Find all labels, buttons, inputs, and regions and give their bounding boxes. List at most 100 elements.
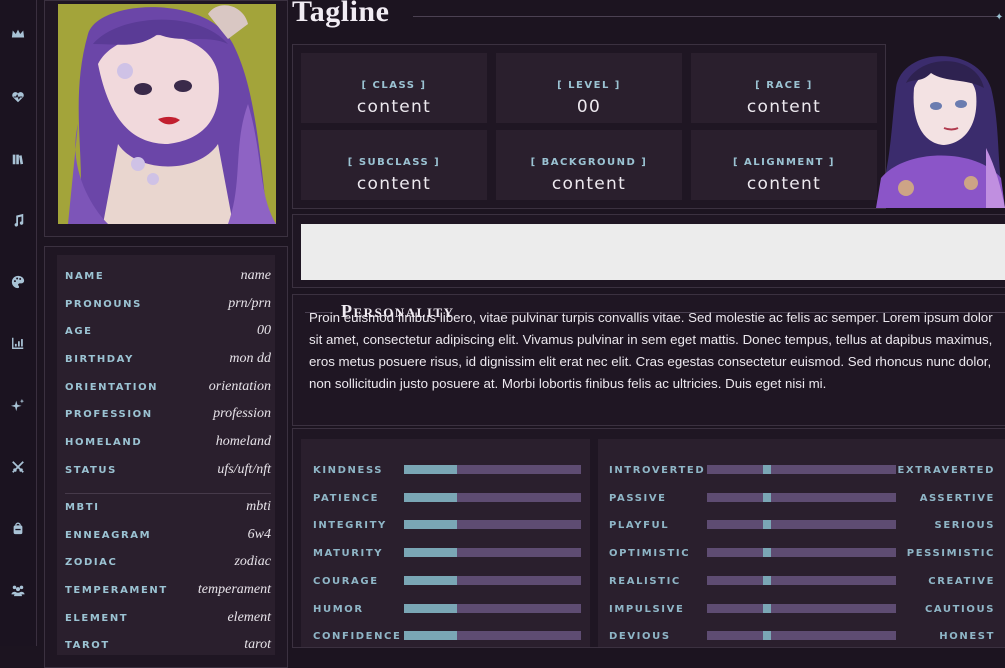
trait-bar: [404, 575, 581, 585]
heart-pulse-icon[interactable]: [6, 85, 30, 109]
trait-bar-fill: [404, 631, 458, 641]
spectrum-left-label: INTROVERTED: [609, 465, 706, 476]
stat-label: [ BACKGROUND ]: [530, 157, 648, 168]
trait-row: CONFIDENCE: [313, 629, 581, 645]
personality-text: Proin euismod finibus libero, vitae pulv…: [309, 310, 993, 391]
trait-label: PATIENCE: [313, 492, 380, 504]
music-note-icon[interactable]: [6, 208, 30, 232]
profile-value: orientation: [208, 379, 271, 394]
trait-label: COURAGE: [313, 575, 379, 587]
crown-icon[interactable]: [6, 22, 30, 46]
spectrum-traits-list: INTROVERTED EXTRAVERTED PASSIVE ASSERTIVE PL…: [598, 439, 1005, 647]
chart-icon[interactable]: [6, 331, 30, 355]
spectrum-right-label: CAUTIOUS: [924, 603, 995, 615]
profile-row-pronouns: PRONOUNS prn/prn: [65, 296, 271, 314]
spectrum-row: IMPULSIVE CAUTIOUS: [609, 602, 995, 618]
profile-value: temperament: [197, 582, 271, 597]
spectrum-left-label: REALISTIC: [609, 575, 681, 587]
trait-label: KINDNESS: [313, 465, 384, 476]
spectrum-marker: [763, 465, 772, 474]
profile-row-birthday: BIRTHDAY mon dd: [65, 351, 271, 369]
profile-row-orientation: ORIENTATION orientation: [65, 379, 271, 397]
stat-value: content: [551, 174, 627, 194]
profile-row-homeland: HOMELAND homeland: [65, 434, 271, 452]
profile-key: BIRTHDAY: [65, 354, 134, 365]
spectrum-row: DEVIOUS HONEST: [609, 629, 995, 645]
spectrum-right-label: PESSIMISTIC: [906, 548, 995, 560]
profile-key: NAME: [65, 271, 105, 282]
people-icon[interactable]: [6, 578, 30, 602]
profile-key: ENNEAGRAM: [65, 530, 152, 541]
spectrum-row: OPTIMISTIC PESSIMISTIC: [609, 546, 995, 562]
profile-column: NAME name PRONOUNS prn/prn AGE 00 BIRTHDAY m…: [44, 0, 288, 668]
trait-label: CONFIDENCE: [313, 631, 402, 643]
trait-row: HUMOR: [313, 602, 581, 618]
profile-key: AGE: [65, 326, 93, 337]
stat-level: [ LEVEL ] 00: [496, 53, 682, 123]
spectrum-marker: [763, 548, 772, 558]
divider: [65, 493, 271, 494]
trait-bar-fill: [404, 492, 458, 502]
profile-row-zodiac: ZODIAC zodiac: [65, 554, 271, 572]
palette-icon[interactable]: [6, 270, 30, 294]
profile-key: ELEMENT: [65, 613, 129, 624]
backpack-icon[interactable]: [6, 516, 30, 540]
profile-key: TEMPERAMENT: [65, 585, 168, 596]
stat-label: [ SUBCLASS ]: [347, 157, 441, 168]
books-icon[interactable]: [6, 147, 30, 171]
spectrum-bar: [707, 520, 896, 530]
stats-panel: [ CLASS ] content [ LEVEL ] 00 [ RACE ] con…: [292, 44, 886, 209]
trait-label: MATURITY: [313, 548, 384, 560]
profile-info-list: NAME name PRONOUNS prn/prn AGE 00 BIRTHDAY m…: [57, 255, 275, 655]
trait-bar: [404, 492, 581, 502]
stat-value: content: [356, 97, 432, 117]
profile-value: homeland: [215, 434, 271, 449]
profile-value: tarot: [244, 637, 271, 652]
spectrum-bar: [707, 575, 896, 585]
profile-row-name: NAME name: [65, 268, 271, 286]
stat-value: 00: [576, 97, 602, 117]
spectrum-marker: [763, 492, 772, 502]
spectrum-bar: [707, 465, 896, 474]
spectrum-row: REALISTIC CREATIVE: [609, 574, 995, 590]
trait-bar-fill: [404, 603, 458, 613]
profile-value: mon dd: [229, 351, 271, 366]
banner-frame: [292, 214, 1005, 288]
crossed-swords-icon[interactable]: [6, 455, 30, 479]
spectrum-bar: [707, 631, 896, 641]
spectrum-row: PASSIVE ASSERTIVE: [609, 491, 995, 507]
spectrum-right-label: ASSERTIVE: [919, 492, 995, 504]
profile-info-panel: NAME name PRONOUNS prn/prn AGE 00 BIRTHDAY m…: [44, 246, 288, 668]
profile-key: MBTI: [65, 502, 100, 513]
character-avatar: [876, 48, 1005, 208]
profile-value: prn/prn: [228, 296, 271, 311]
profile-key: HOMELAND: [65, 437, 143, 448]
trait-row: PATIENCE: [313, 491, 581, 507]
portrait-frame: [44, 0, 288, 237]
profile-value: element: [227, 610, 271, 625]
trait-bar: [404, 465, 581, 474]
spectrum-bar: [707, 603, 896, 613]
spectrum-bar: [707, 492, 896, 502]
spectrum-right-label: HONEST: [939, 631, 995, 643]
spectrum-right-label: SERIOUS: [934, 520, 995, 532]
traits-list: KINDNESS PATIENCE INTEGRITY MATURITY COURAGE…: [301, 439, 590, 647]
trait-bar-fill: [404, 575, 458, 585]
traits-panel: KINDNESS PATIENCE INTEGRITY MATURITY COURAGE…: [292, 428, 1005, 648]
sparkles-icon[interactable]: [6, 393, 30, 417]
character-portrait: [58, 4, 276, 224]
spectrum-row: INTROVERTED EXTRAVERTED: [609, 463, 995, 479]
profile-key: ORIENTATION: [65, 382, 159, 393]
profile-value: zodiac: [234, 554, 271, 569]
trait-label: HUMOR: [313, 603, 364, 615]
spectrum-left-label: PASSIVE: [609, 492, 667, 504]
stat-value: content: [746, 97, 822, 117]
profile-row-profession: PROFESSION profession: [65, 406, 271, 424]
page-title: Tagline: [292, 0, 390, 28]
profile-row-temperament: TEMPERAMENT temperament: [65, 582, 271, 600]
profile-row-age: AGE 00: [65, 323, 271, 341]
stat-label: [ RACE ]: [755, 80, 813, 91]
spectrum-row: PLAYFUL SERIOUS: [609, 518, 995, 534]
spectrum-marker: [763, 520, 772, 530]
profile-row-element: ELEMENT element: [65, 610, 271, 628]
